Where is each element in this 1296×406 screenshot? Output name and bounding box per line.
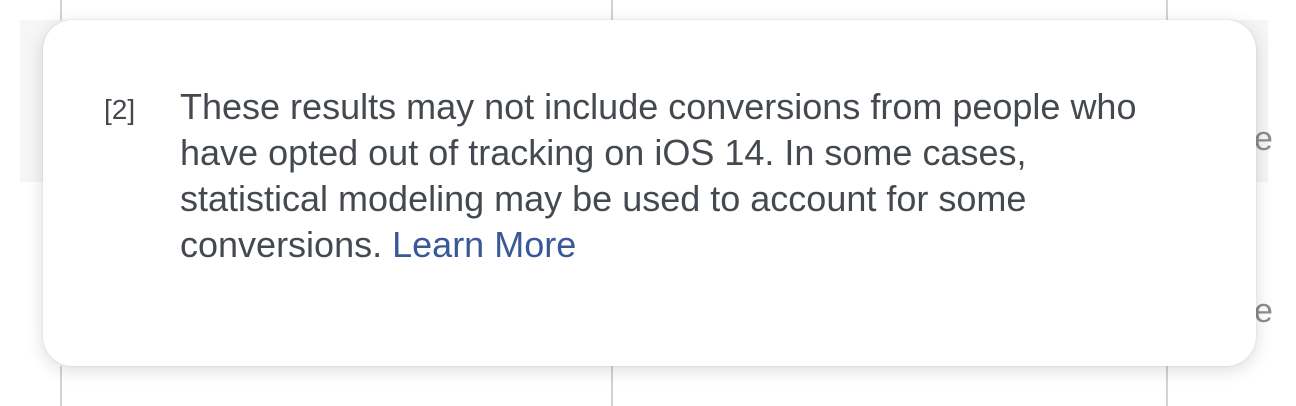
tooltip-body-text: These results may not include conversion… [180, 86, 1137, 265]
page: e e [2] These results may not include co… [0, 0, 1296, 406]
column-divider [1166, 366, 1168, 406]
column-divider [611, 366, 613, 406]
column-divider [1166, 0, 1168, 20]
column-divider [611, 0, 613, 20]
column-divider [60, 366, 62, 406]
table-cell-text-fragment: e [1254, 120, 1273, 158]
footnote-marker: [2] [104, 94, 136, 125]
table-cell-text-fragment: e [1254, 292, 1273, 330]
column-divider [60, 0, 62, 20]
tooltip-text: These results may not include conversion… [180, 84, 1180, 268]
learn-more-link[interactable]: Learn More [392, 224, 576, 265]
